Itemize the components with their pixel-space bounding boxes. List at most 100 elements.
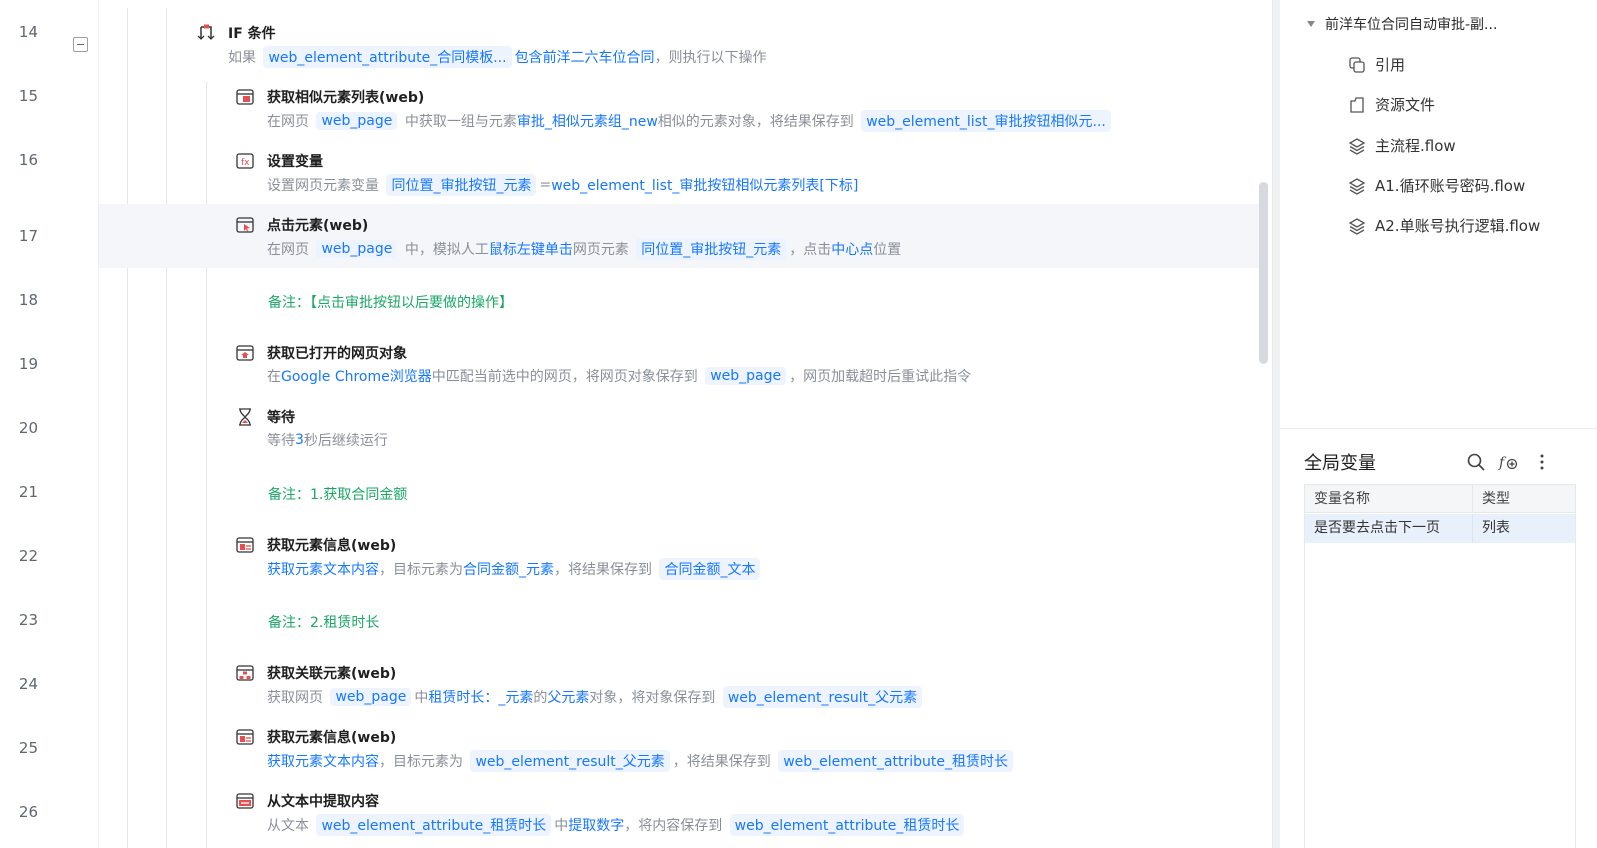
keyword-text: 包含 bbox=[514, 50, 543, 66]
step-title: 获取相似元素列表(web) bbox=[267, 90, 425, 106]
desc-text: 网页元素 bbox=[572, 242, 634, 258]
variable-tag[interactable]: 同位置_审批按钮_元素 bbox=[636, 238, 787, 260]
step-title: 获取元素信息(web) bbox=[267, 730, 397, 746]
search-icon[interactable] bbox=[1466, 452, 1486, 472]
web-element-icon bbox=[236, 89, 254, 105]
step-desc: 如果 web_element_attribute_合同模板... 包含 前洋二六车位… bbox=[228, 46, 767, 68]
variable-name-cell[interactable]: 是否要去点击下一页 bbox=[1305, 514, 1473, 543]
keyword-text: 获取元素文本内容 bbox=[267, 754, 379, 770]
line-number: 17 bbox=[18, 227, 38, 245]
variable-tag[interactable]: web_element_attribute_租赁时长 bbox=[778, 750, 1013, 772]
desc-text: 如果 bbox=[228, 50, 261, 66]
more-options-icon[interactable] bbox=[1532, 452, 1552, 472]
variable-tag[interactable]: web_element_result_父元素 bbox=[470, 750, 670, 772]
variable-tag[interactable]: web_element_attribute_租赁时长 bbox=[316, 814, 552, 836]
variable-tag[interactable]: web_page bbox=[316, 240, 398, 258]
flow-layers-icon bbox=[1348, 137, 1366, 155]
note-text: 备注：2.租赁时长 bbox=[268, 615, 380, 631]
step-desc: 获取元素文本内容 ，目标元素为 web_element_result_父元素 ，将结… bbox=[267, 750, 1016, 772]
line-number: 24 bbox=[18, 675, 38, 693]
project-name: 前洋车位合同自动审批-副... bbox=[1325, 17, 1498, 33]
tree-item-label: A1.循环账号密码.flow bbox=[1375, 177, 1526, 195]
desc-text: 获取网页 bbox=[267, 690, 328, 706]
desc-text: 从文本 bbox=[267, 818, 314, 834]
flow-row-21[interactable]: 21 备注：1.获取合同金额 bbox=[0, 460, 1265, 525]
svg-text:fx: fx bbox=[241, 158, 250, 168]
tree-item-label: 引用 bbox=[1375, 56, 1406, 74]
keyword-text: 3 bbox=[295, 432, 304, 448]
editor-scrollbar[interactable] bbox=[1259, 182, 1268, 364]
click-icon bbox=[236, 217, 254, 233]
hourglass-icon bbox=[239, 408, 251, 426]
browser-page-icon bbox=[236, 345, 254, 361]
desc-text: 在网页 bbox=[267, 114, 314, 130]
variable-tag[interactable]: web_element_result_父元素 bbox=[722, 686, 923, 708]
flow-row-20[interactable]: 20 bbox=[0, 396, 1265, 461]
project-tree-root[interactable]: 前洋车位合同自动审批-副... bbox=[1307, 14, 1497, 34]
panel-separator bbox=[1280, 428, 1597, 429]
text-extract-icon bbox=[236, 793, 254, 809]
desc-text: 相似的元素对象，将结果保存到 bbox=[657, 114, 859, 130]
tree-item-a1-flow[interactable]: A1.循环账号密码.flow bbox=[1348, 175, 1525, 196]
step-title: 从文本中提取内容 bbox=[267, 794, 379, 810]
resource-file-icon bbox=[1350, 96, 1364, 113]
line-number: 18 bbox=[18, 291, 38, 309]
element-info-icon bbox=[236, 537, 254, 553]
step-title: 获取元素信息(web) bbox=[267, 538, 397, 554]
step-desc: 等待 3 秒后继续运行 bbox=[267, 430, 388, 450]
tree-item-reference[interactable]: 引用 bbox=[1348, 54, 1405, 75]
step-desc: 获取元素文本内容 ，目标元素为 合同金额_元素 ，将结果保存到 合同金额_文本 bbox=[267, 558, 763, 580]
line-number: 16 bbox=[18, 151, 38, 169]
flow-row-18[interactable]: 18 备注：【点击审批按钮以后要做的操作】 bbox=[0, 268, 1265, 333]
desc-text: ，则执行以下操作 bbox=[654, 50, 767, 66]
step-title: 获取关联元素(web) bbox=[267, 666, 397, 682]
step-title: 获取已打开的网页对象 bbox=[267, 346, 407, 362]
caret-down-icon[interactable] bbox=[1307, 21, 1315, 27]
collapse-toggle[interactable] bbox=[73, 37, 88, 52]
keyword-text: web_element_list_审批按钮相似元素列表[下标] bbox=[551, 178, 859, 194]
step-title: 设置变量 bbox=[267, 154, 323, 170]
desc-text: 中获取一组与元素 bbox=[400, 114, 517, 130]
tree-item-resources[interactable]: 资源文件 bbox=[1348, 94, 1435, 115]
note-text: 备注：1.获取合同金额 bbox=[268, 487, 408, 503]
desc-text: ，目标元素为 bbox=[379, 754, 468, 770]
desc-text: ，将结果保存到 bbox=[672, 754, 776, 770]
keyword-text: 前洋二六车位合同 bbox=[542, 50, 655, 66]
step-title: 等待 bbox=[267, 410, 295, 426]
variable-tag[interactable]: web_element_attribute_租赁时长 bbox=[729, 814, 965, 836]
variable-tag[interactable]: web_page bbox=[330, 688, 412, 706]
desc-text: = bbox=[539, 177, 552, 193]
step-desc: 获取网页 web_page 中租赁时长：_元素的父元素 对象，将对象保存到 web_… bbox=[267, 686, 925, 708]
step-desc: 在网页 web_page 中，模拟人工 鼠标左键单击 网页元素 同位置_审批按钮_元… bbox=[267, 238, 901, 260]
flow-row-23[interactable]: 23 备注：2.租赁时长 bbox=[0, 588, 1265, 653]
column-header-type[interactable]: 类型 bbox=[1473, 485, 1575, 513]
keyword-text: 租赁时长：_元素 bbox=[428, 690, 534, 706]
desc-text: 中，模拟人工 bbox=[400, 242, 489, 258]
step-title: IF 条件 bbox=[228, 26, 276, 42]
variable-type-cell[interactable]: 列表 bbox=[1473, 514, 1575, 543]
step-desc: 在网页 web_page 中获取一组与元素 审批_相似元素组_new 相似的元素对象… bbox=[267, 110, 1114, 132]
variable-tag[interactable]: web_element_attribute_合同模板... bbox=[263, 46, 512, 68]
variable-tag[interactable]: 同位置_审批按钮_元素 bbox=[386, 174, 537, 196]
desc-text: 秒后继续运行 bbox=[303, 433, 388, 449]
keyword-text: 鼠标左键单击 bbox=[488, 242, 573, 258]
desc-text: 在网页 bbox=[267, 242, 314, 258]
tree-item-a2-flow[interactable]: A2.单账号执行逻辑.flow bbox=[1348, 215, 1540, 236]
right-panel: 前洋车位合同自动审批-副... 引用 资源文件 主流程.flow A1.循环账号… bbox=[1280, 0, 1597, 848]
variable-tag[interactable]: web_element_list_审批按钮相似元... bbox=[861, 110, 1111, 132]
flow-layers-icon bbox=[1348, 177, 1366, 195]
variable-tag[interactable]: 合同金额_文本 bbox=[659, 558, 761, 580]
note-text: 备注：【点击审批按钮以后要做的操作】 bbox=[268, 295, 513, 311]
panel-resize-handle[interactable] bbox=[1272, 0, 1280, 848]
variable-tag[interactable]: web_page bbox=[316, 112, 398, 130]
reference-icon bbox=[1349, 56, 1365, 73]
variable-tag[interactable]: web_page bbox=[705, 367, 787, 385]
tree-item-main-flow[interactable]: 主流程.flow bbox=[1348, 135, 1456, 156]
line-number: 25 bbox=[18, 739, 38, 757]
desc-text: 在 bbox=[267, 369, 281, 385]
desc-text: 的 bbox=[533, 690, 548, 706]
tree-item-label: A2.单账号执行逻辑.flow bbox=[1375, 217, 1541, 235]
column-header-name[interactable]: 变量名称 bbox=[1305, 485, 1473, 513]
add-variable-icon[interactable]: f bbox=[1498, 452, 1518, 472]
flow-row-19[interactable]: 19 bbox=[0, 332, 1265, 397]
